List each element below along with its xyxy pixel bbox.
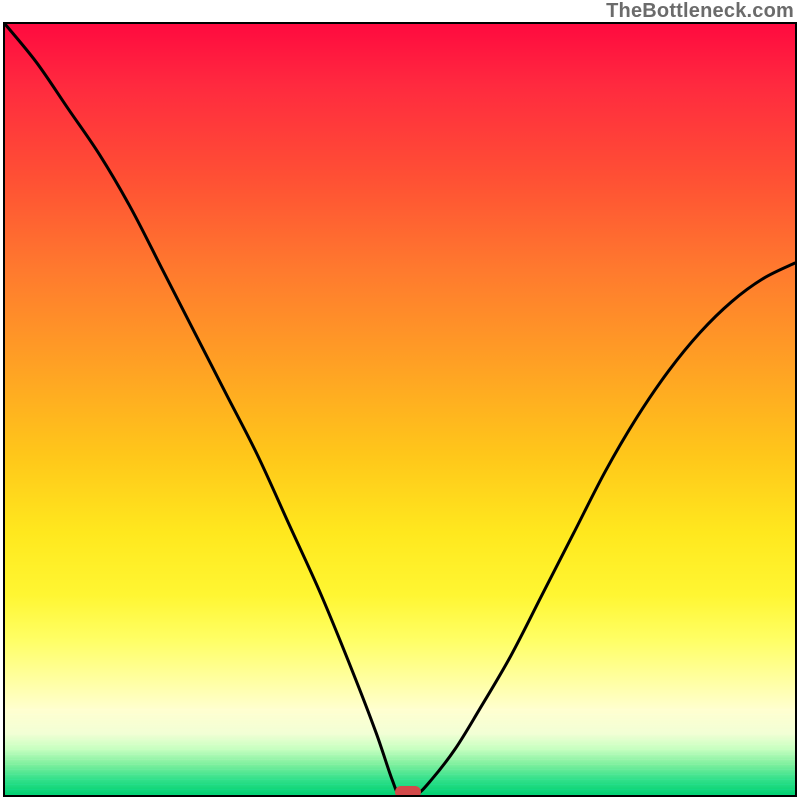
plot-area [3, 22, 797, 797]
watermark-text: TheBottleneck.com [606, 0, 794, 23]
bottleneck-curve [5, 24, 795, 795]
chart-frame: TheBottleneck.com [0, 0, 800, 800]
optimal-marker [395, 786, 421, 797]
